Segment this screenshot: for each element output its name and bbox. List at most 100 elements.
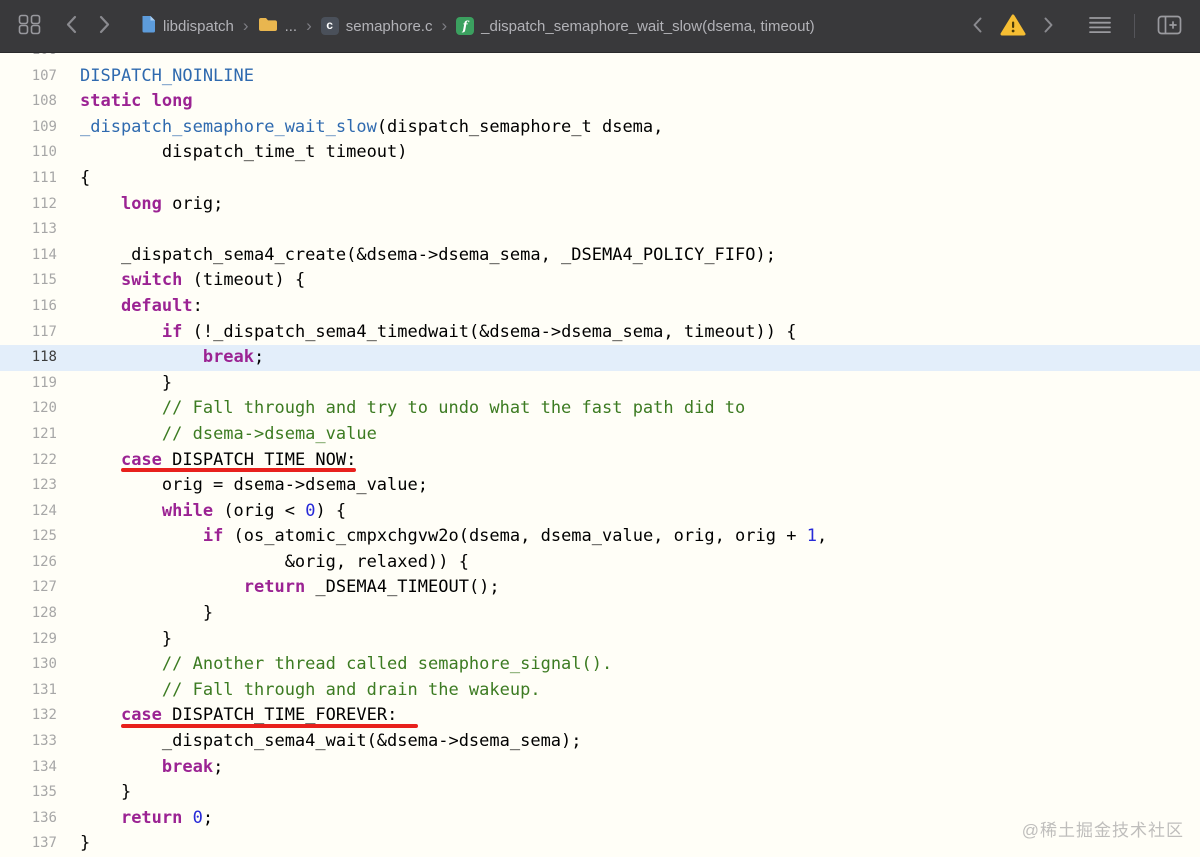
code-text[interactable]: } — [80, 780, 131, 806]
code-text[interactable]: return _DSEMA4_TIMEOUT(); — [80, 575, 500, 601]
line-number[interactable]: 119 — [0, 371, 57, 397]
line-number[interactable]: 121 — [0, 422, 57, 448]
line-number[interactable]: 107 — [0, 64, 57, 90]
line-number[interactable]: 123 — [0, 473, 57, 499]
code-text[interactable]: default: — [80, 294, 203, 320]
line-number[interactable]: 108 — [0, 89, 57, 115]
code-line-135[interactable]: 135 } — [0, 780, 1200, 806]
code-line-119[interactable]: 119 } — [0, 371, 1200, 397]
code-text[interactable]: } — [80, 371, 172, 397]
line-number[interactable]: 130 — [0, 652, 57, 678]
breadcrumb-file-semaphore-c[interactable]: c semaphore.c — [320, 17, 432, 35]
line-number[interactable]: 135 — [0, 780, 57, 806]
breadcrumb-project-libdispatch[interactable]: libdispatch — [141, 15, 234, 37]
line-number[interactable]: 136 — [0, 806, 57, 832]
line-number[interactable]: 124 — [0, 499, 57, 525]
code-area[interactable]: 106107 DISPATCH_NOINLINE 108 static long109… — [0, 53, 1200, 857]
code-text[interactable]: DISPATCH_NOINLINE — [80, 64, 254, 90]
line-number[interactable]: 129 — [0, 627, 57, 653]
code-line-125[interactable]: 125 if (os_atomic_cmpxchgvw2o(dsema, dse… — [0, 524, 1200, 550]
code-text[interactable]: { — [80, 166, 90, 192]
code-text[interactable]: break; — [80, 345, 264, 371]
code-text[interactable]: _dispatch_sema4_create(&dsema->dsema_sem… — [80, 243, 776, 269]
line-number[interactable]: 122 — [0, 448, 57, 474]
code-text[interactable]: // Fall through and drain the wakeup. — [80, 678, 541, 704]
line-number[interactable]: 113 — [0, 217, 57, 243]
forward-button[interactable] — [95, 11, 115, 41]
breadcrumb-function[interactable]: f _dispatch_semaphore_wait_slow(dsema, t… — [456, 17, 815, 35]
line-number[interactable]: 115 — [0, 268, 57, 294]
code-line-116[interactable]: 116 default: — [0, 294, 1200, 320]
code-line-132[interactable]: 132 case DISPATCH_TIME_FOREVER: — [0, 703, 1200, 729]
code-line-115[interactable]: 115 switch (timeout) { — [0, 268, 1200, 294]
code-line-137[interactable]: 137} — [0, 831, 1200, 857]
code-line-112[interactable]: 112 long orig; — [0, 192, 1200, 218]
code-line-126[interactable]: 126 &orig, relaxed)) { — [0, 550, 1200, 576]
line-number[interactable]: 126 — [0, 550, 57, 576]
line-number[interactable]: 120 — [0, 396, 57, 422]
code-line-107[interactable]: 107 DISPATCH_NOINLINE — [0, 64, 1200, 90]
code-line-136[interactable]: 136 return 0; — [0, 806, 1200, 832]
code-text[interactable]: if (os_atomic_cmpxchgvw2o(dsema, dsema_v… — [80, 524, 827, 550]
code-line-120[interactable]: 120 // Fall through and try to undo what… — [0, 396, 1200, 422]
code-line-123[interactable]: 123 orig = dsema->dsema_value; — [0, 473, 1200, 499]
code-line-114[interactable]: 114 _dispatch_sema4_create(&dsema->dsema… — [0, 243, 1200, 269]
code-line-128[interactable]: 128 } — [0, 601, 1200, 627]
line-number[interactable]: 106 — [0, 53, 57, 64]
editor-options-button[interactable] — [1084, 12, 1116, 41]
next-issue-button[interactable] — [1040, 13, 1058, 40]
code-text[interactable]: case DISPATCH_TIME_FOREVER: — [80, 703, 418, 729]
line-number[interactable]: 114 — [0, 243, 57, 269]
code-line-124[interactable]: 124 while (orig < 0) { — [0, 499, 1200, 525]
line-number[interactable]: 110 — [0, 140, 57, 166]
code-text[interactable]: &orig, relaxed)) { — [80, 550, 469, 576]
code-line-129[interactable]: 129 } — [0, 627, 1200, 653]
code-text[interactable]: } — [80, 627, 172, 653]
line-number[interactable]: 118 — [0, 345, 57, 371]
code-text[interactable]: } — [80, 831, 90, 857]
line-number[interactable]: 132 — [0, 703, 57, 729]
code-line-130[interactable]: 130 // Another thread called semaphore_s… — [0, 652, 1200, 678]
code-text[interactable]: // Fall through and try to undo what the… — [80, 396, 745, 422]
code-text[interactable]: return 0; — [80, 806, 213, 832]
code-line-109[interactable]: 109 _dispatch_semaphore_wait_slow(dispatc… — [0, 115, 1200, 141]
line-number[interactable]: 117 — [0, 320, 57, 346]
code-text[interactable]: static long — [80, 89, 193, 115]
add-editor-button[interactable] — [1153, 11, 1186, 42]
warning-issue-button[interactable] — [996, 10, 1030, 43]
code-line-134[interactable]: 134 break; — [0, 755, 1200, 781]
code-text[interactable]: // dsema->dsema_value — [80, 422, 377, 448]
code-line-111[interactable]: 111 { — [0, 166, 1200, 192]
code-line-106[interactable]: 106 — [0, 53, 1200, 64]
code-line-113[interactable]: 113 — [0, 217, 1200, 243]
code-text[interactable]: _dispatch_sema4_wait(&dsema->dsema_sema)… — [80, 729, 582, 755]
code-text[interactable]: } — [80, 601, 213, 627]
source-editor[interactable]: 106107 DISPATCH_NOINLINE 108 static long109… — [0, 53, 1200, 857]
line-number[interactable]: 116 — [0, 294, 57, 320]
code-text[interactable]: _dispatch_semaphore_wait_slow(dispatch_s… — [80, 115, 663, 141]
breadcrumb-folder-collapsed[interactable]: ... — [258, 17, 297, 36]
line-number[interactable]: 133 — [0, 729, 57, 755]
code-text[interactable]: case DISPATCH_TIME_NOW: — [80, 448, 356, 474]
code-text[interactable]: long orig; — [80, 192, 223, 218]
code-line-118[interactable]: 118 break; — [0, 345, 1200, 371]
code-line-122[interactable]: 122 case DISPATCH_TIME_NOW: — [0, 448, 1200, 474]
code-line-108[interactable]: 108 static long — [0, 89, 1200, 115]
code-line-110[interactable]: 110 dispatch_time_t timeout) — [0, 140, 1200, 166]
back-button[interactable] — [61, 11, 81, 41]
code-line-131[interactable]: 131 // Fall through and drain the wakeup… — [0, 678, 1200, 704]
line-number[interactable]: 128 — [0, 601, 57, 627]
code-text[interactable]: switch (timeout) { — [80, 268, 305, 294]
previous-issue-button[interactable] — [968, 13, 986, 40]
code-text[interactable]: break; — [80, 755, 223, 781]
code-text[interactable]: while (orig < 0) { — [80, 499, 346, 525]
code-text[interactable]: if (!_dispatch_sema4_timedwait(&dsema->d… — [80, 320, 797, 346]
code-line-121[interactable]: 121 // dsema->dsema_value — [0, 422, 1200, 448]
code-line-127[interactable]: 127 return _DSEMA4_TIMEOUT(); — [0, 575, 1200, 601]
code-text[interactable]: orig = dsema->dsema_value; — [80, 473, 428, 499]
related-items-button[interactable] — [14, 10, 45, 42]
line-number[interactable]: 111 — [0, 166, 57, 192]
code-text[interactable]: dispatch_time_t timeout) — [80, 140, 408, 166]
code-text[interactable]: // Another thread called semaphore_signa… — [80, 652, 612, 678]
line-number[interactable]: 137 — [0, 831, 57, 857]
